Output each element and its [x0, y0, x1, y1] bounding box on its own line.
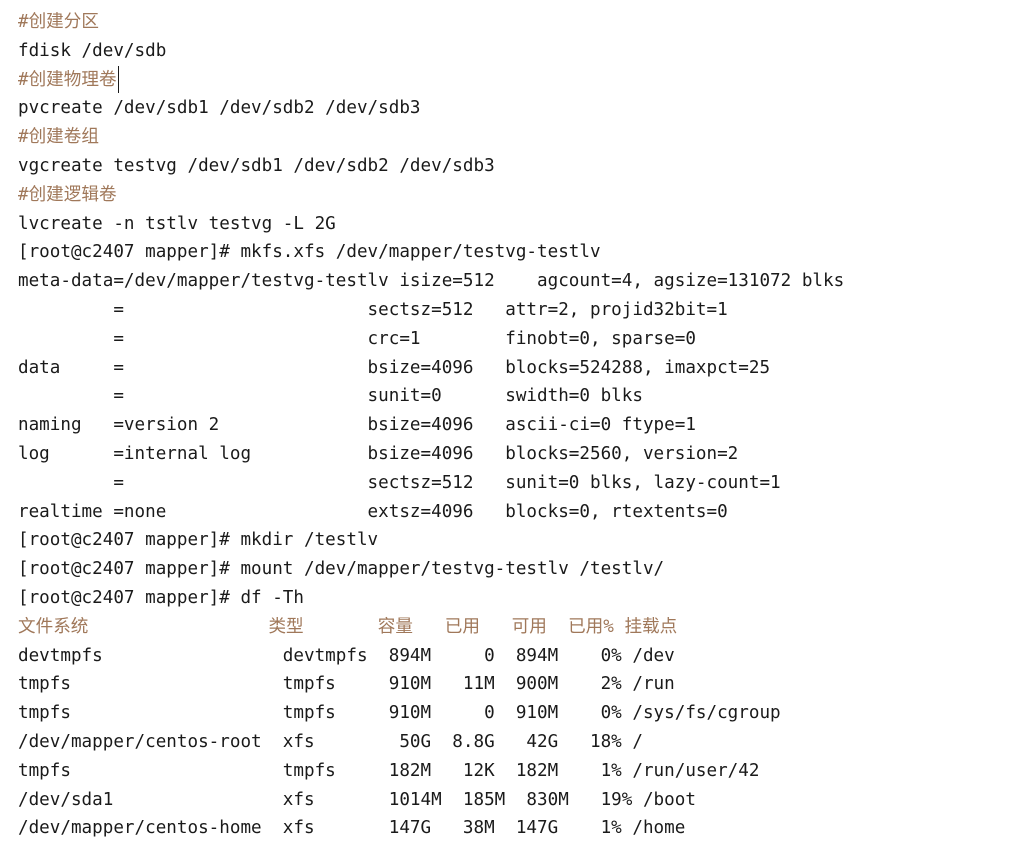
code-line: fdisk /dev/sdb	[18, 40, 167, 61]
code-line: lvcreate -n tstlv testvg -L 2G	[18, 213, 336, 234]
code-line: = sunit=0 swidth=0 blks	[18, 386, 643, 407]
code-line: data = bsize=4096 blocks=524288, imaxpct…	[18, 357, 771, 378]
code-line: log =internal log bsize=4096 blocks=2560…	[18, 443, 739, 464]
code-line: /dev/mapper/centos-home xfs 147G 38M 147…	[18, 818, 686, 839]
code-line: naming =version 2 bsize=4096 ascii-ci=0 …	[18, 415, 696, 436]
code-line: #创建分区	[18, 12, 99, 32]
code-block: #创建分区 fdisk /dev/sdb #创建物理卷 pvcreate /de…	[0, 0, 1011, 838]
code-line: tmpfs tmpfs 182M 12K 182M 1% /run/user/4…	[18, 760, 760, 781]
code-line: [root@c2407 mapper]# mkdir /testlv	[18, 530, 379, 551]
code-line: vgcreate testvg /dev/sdb1 /dev/sdb2 /dev…	[18, 155, 495, 176]
code-line: meta-data=/dev/mapper/testvg-testlv isiz…	[18, 271, 845, 292]
code-line: [root@c2407 mapper]# mkfs.xfs /dev/mappe…	[18, 242, 601, 263]
code-line: pvcreate /dev/sdb1 /dev/sdb2 /dev/sdb3	[18, 98, 421, 119]
code-line: #创建物理卷	[18, 69, 117, 90]
code-line: tmpfs tmpfs 910M 0 910M 0% /sys/fs/cgrou…	[18, 703, 781, 724]
code-line: [root@c2407 mapper]# df -Th	[18, 587, 304, 608]
code-line: = sectsz=512 attr=2, projid32bit=1	[18, 299, 728, 320]
code-line: #创建逻辑卷	[18, 184, 117, 205]
code-line: realtime =none extsz=4096 blocks=0, rtex…	[18, 501, 728, 522]
code-line: #创建卷组	[18, 127, 99, 148]
code-line: devtmpfs devtmpfs 894M 0 894M 0% /dev	[18, 645, 675, 666]
code-line: tmpfs tmpfs 910M 11M 900M 2% /run	[18, 674, 675, 695]
code-line: /dev/sda1 xfs 1014M 185M 830M 19% /boot	[18, 789, 696, 810]
text-cursor	[118, 66, 119, 93]
code-line: = sectsz=512 sunit=0 blks, lazy-count=1	[18, 472, 781, 493]
code-line: [root@c2407 mapper]# mount /dev/mapper/t…	[18, 559, 665, 580]
code-line: /dev/mapper/centos-root xfs 50G 8.8G 42G…	[18, 731, 643, 752]
code-line: = crc=1 finobt=0, sparse=0	[18, 328, 696, 349]
code-line: 文件系统 类型 容量 已用 可用 已用% 挂载点	[18, 616, 678, 637]
